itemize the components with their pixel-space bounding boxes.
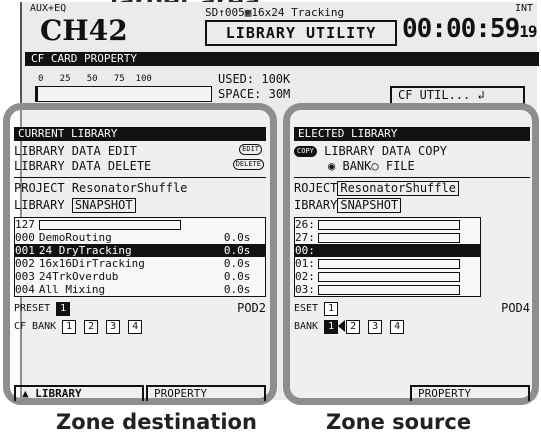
selected-library-header: ELECTED LIBRARY [294, 127, 530, 141]
project-label: ROJECT [294, 181, 338, 195]
edit-button[interactable]: EDIT [239, 144, 262, 155]
zone-source-caption: Zone source [326, 410, 472, 434]
bank-2-button[interactable]: 2 [84, 320, 99, 334]
pod-label: POD2 [237, 301, 266, 315]
copy-label: LIBRARY DATA COPY [324, 144, 447, 158]
project-label: PROJECT [14, 181, 65, 195]
zone-destination-caption: Zone destination [56, 410, 257, 434]
tab-property[interactable]: PROPERTY [410, 385, 530, 401]
list-item-selected[interactable]: 001 24 DryTracking 0.0s [15, 244, 265, 257]
list-item-selected[interactable]: 00: [295, 244, 480, 257]
space-readout: SPACE: 30M [218, 87, 290, 101]
enter-arrow-icon: ↲ [477, 88, 485, 102]
delete-button[interactable]: DELETE [232, 159, 264, 170]
used-label: USED: [218, 72, 255, 86]
edit-label: LIBRARY DATA EDIT [14, 144, 137, 158]
list-item[interactable]: 000 DemoRouting 0.0s [15, 231, 265, 244]
usage-scale: 0 25 50 75 100 [38, 74, 152, 84]
bank-label: BANK [294, 321, 319, 332]
used-readout: USED: 100K [218, 72, 290, 86]
bank-1-button[interactable]: 1 [324, 320, 339, 334]
project-field[interactable]: ResonatorShuffle [337, 181, 459, 196]
cf-card-property-header: CF CARD PROPERTY [25, 52, 539, 66]
list-item[interactable]: 01: [295, 257, 480, 270]
preset-label: ESET [294, 303, 319, 314]
triangle-up-icon: ▲ [22, 387, 29, 400]
list-item[interactable]: 004 All Mixing 0.0s [15, 283, 265, 296]
bank-option-label: BANK [342, 159, 372, 173]
library-type-field[interactable]: SNAPSHOT [71, 198, 136, 213]
used-value: 100K [261, 72, 291, 86]
library-data-edit-row: LIBRARY DATA EDIT EDIT [14, 144, 266, 159]
preset-row: PRESET 1 POD2 [14, 301, 266, 316]
library-data-copy-row: COPY LIBRARY DATA COPY [294, 144, 530, 159]
library-list: 127 000 DemoRouting 0.0s 001 24 DryTracking… [14, 217, 266, 297]
cf-bank-row: CF BANK 1234 [14, 319, 266, 334]
bank-slot-list: 26: 27: 00: 01: 02: 03: [294, 217, 481, 297]
library-data-delete-row: LIBRARY DATA DELETE DELETE [14, 159, 266, 174]
library-type-field[interactable]: SNAPSHOT [337, 198, 402, 213]
usage-bar-fill [36, 87, 38, 101]
cf-util-label: CF UTIL... [398, 88, 471, 102]
list-item[interactable]: 27: [295, 231, 480, 244]
bank-2-button[interactable]: 2 [346, 320, 361, 334]
project-row: PROJECT ResonatorShuffle [14, 181, 266, 196]
zone-destination: CURRENT LIBRARY LIBRARY DATA EDIT EDIT L… [3, 103, 277, 405]
library-row: IBRARY SNAPSHOT [294, 198, 530, 213]
usage-bar [35, 86, 212, 102]
library-label: IBRARY [294, 198, 338, 212]
bank-3-button[interactable]: 3 [368, 320, 383, 334]
current-library-header: CURRENT LIBRARY [14, 127, 266, 141]
bank-4-button[interactable]: 4 [128, 320, 143, 334]
list-item[interactable]: 127 [15, 218, 265, 231]
session-name: SD↑005▦16x24 Tracking [205, 6, 345, 19]
tab-property[interactable]: PROPERTY [146, 385, 266, 401]
file-option-label: FILE [385, 159, 415, 173]
screen-title: LIBRARY UTILITY [205, 20, 397, 46]
radio-selected-icon[interactable]: ◉ [328, 159, 335, 173]
preset-row: ESET 1 POD4 [294, 301, 530, 316]
bank-1-button[interactable]: 1 [62, 320, 77, 334]
timecode-display: 00:00:5919 [402, 14, 538, 44]
list-item[interactable]: 002 16x16DirTracking 0.0s [15, 257, 265, 270]
preset-label: PRESET [14, 303, 51, 314]
delete-label: LIBRARY DATA DELETE [14, 159, 152, 173]
bank-4-button[interactable]: 4 [390, 320, 405, 334]
copy-button[interactable]: COPY [294, 146, 317, 157]
library-label: LIBRARY [14, 198, 65, 212]
list-item[interactable]: 03: [295, 283, 480, 296]
pointer-left-icon [338, 320, 346, 332]
list-item[interactable]: 26: [295, 218, 480, 231]
timecode-frames: 19 [519, 22, 537, 41]
channel-label: CH42 [40, 14, 128, 47]
bank-file-option-row: ◉ BANK○ FILE [294, 159, 530, 174]
project-value: ResonatorShuffle [71, 181, 188, 195]
project-row: ROJECT ResonatorShuffle [294, 181, 530, 196]
list-item[interactable]: 02: [295, 270, 480, 283]
preset-indicator: 1 [56, 302, 71, 316]
timecode-value: 00:00:59 [402, 14, 520, 44]
zone-source: ELECTED LIBRARY COPY LIBRARY DATA COPY ◉… [283, 103, 539, 405]
tab-library[interactable]: ▲ LIBRARY [14, 385, 144, 401]
pod-label: POD4 [501, 301, 530, 315]
radio-empty-icon[interactable]: ○ [371, 159, 378, 173]
library-row: LIBRARY SNAPSHOT [14, 198, 266, 213]
preset-indicator: 1 [324, 302, 339, 316]
list-item[interactable]: 003 24TrkOverdub 0.0s [15, 270, 265, 283]
bank-3-button[interactable]: 3 [106, 320, 121, 334]
bank-row: BANK 1234 [294, 319, 530, 334]
space-value: 30M [268, 87, 291, 101]
space-label: SPACE: [218, 87, 262, 101]
cf-bank-label: CF BANK [14, 321, 57, 332]
